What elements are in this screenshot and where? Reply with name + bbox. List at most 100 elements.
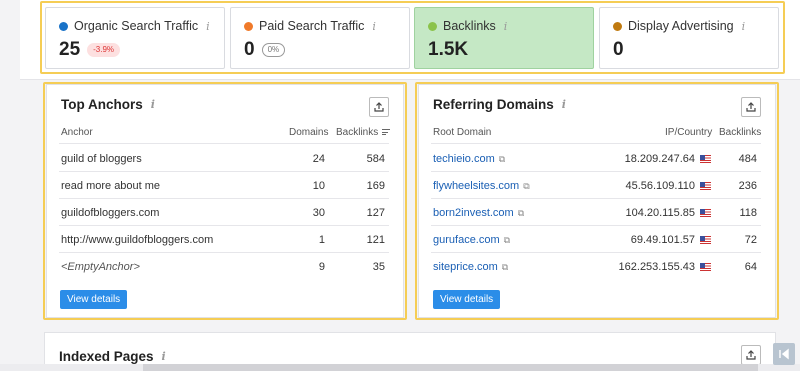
export-button[interactable]: [369, 97, 389, 117]
info-icon[interactable]: i: [742, 20, 746, 33]
ip-country: 45.56.109.110: [599, 180, 711, 192]
divider: [59, 143, 389, 144]
divider: [431, 171, 761, 172]
divider: [59, 252, 389, 253]
collapse-icon: [779, 348, 789, 360]
info-icon[interactable]: i: [206, 20, 210, 33]
backlinks-count[interactable]: 64: [719, 261, 757, 273]
backlinks-count[interactable]: 35: [347, 261, 385, 273]
external-link-icon[interactable]: ⧉: [504, 235, 510, 245]
divider: [431, 143, 761, 144]
ip-country: 18.209.247.64: [599, 153, 711, 165]
metric-label: Backlinks i: [428, 19, 593, 33]
export-icon: [746, 102, 756, 112]
metric-label: Paid Search Traffic i: [244, 19, 409, 33]
external-link-icon[interactable]: ⧉: [502, 262, 508, 272]
divider: [59, 171, 389, 172]
ip-address: 18.209.247.64: [624, 153, 695, 165]
domain-link[interactable]: born2invest.com ⧉: [433, 207, 524, 219]
divider: [59, 225, 389, 226]
metric-backlinks[interactable]: Backlinks i 1.5K: [414, 7, 594, 69]
metric-organic-traffic[interactable]: Organic Search Traffic i 25 -3.9%: [45, 7, 225, 69]
backlinks-count[interactable]: 121: [347, 234, 385, 246]
domain-name: flywheelsites.com: [433, 180, 520, 192]
collapse-button[interactable]: [773, 343, 795, 365]
column-header-backlinks-label: Backlinks: [336, 127, 379, 138]
info-icon[interactable]: i: [151, 98, 155, 111]
ip-country: 69.49.101.57: [599, 234, 711, 246]
backlinks-count[interactable]: 118: [719, 207, 757, 219]
anchor-text: guildofbloggers.com: [61, 207, 160, 219]
anchor-text: <EmptyAnchor>: [61, 261, 140, 273]
ip-address: 104.20.115.85: [625, 207, 695, 219]
indexed-pages-title: Indexed Pages: [59, 349, 154, 364]
backlinks-count[interactable]: 584: [347, 153, 385, 165]
domain-name: born2invest.com: [433, 207, 514, 219]
horizontal-scrollbar-thumb[interactable]: [143, 364, 758, 371]
export-button[interactable]: [741, 345, 761, 365]
anchor-text: read more about me: [61, 180, 161, 192]
anchor-text: http://www.guildofbloggers.com: [61, 234, 214, 246]
domain-name: techieio.com: [433, 153, 495, 165]
domains-count[interactable]: 24: [297, 153, 325, 165]
ip-address: 162.253.155.43: [618, 261, 695, 273]
metric-label: Organic Search Traffic i: [59, 19, 224, 33]
us-flag-icon: [700, 209, 711, 218]
export-button[interactable]: [741, 97, 761, 117]
domain-name: siteprice.com: [433, 261, 498, 273]
us-flag-icon: [700, 155, 711, 164]
divider: [59, 198, 389, 199]
column-header-backlinks[interactable]: Backlinks: [336, 127, 391, 138]
metric-value-row: 1.5K: [428, 39, 593, 61]
domains-count[interactable]: 30: [297, 207, 325, 219]
metric-value: 1.5K: [428, 39, 469, 60]
sort-icon[interactable]: [382, 128, 391, 137]
metric-label-text: Paid Search Traffic: [259, 19, 365, 33]
backlinks-count[interactable]: 72: [719, 234, 757, 246]
column-header-backlinks[interactable]: Backlinks: [719, 127, 761, 138]
column-header-ip-country[interactable]: IP/Country: [665, 127, 712, 138]
view-details-button[interactable]: View details: [60, 290, 128, 309]
metric-value: 0: [613, 39, 624, 60]
column-header-domains[interactable]: Domains: [289, 127, 328, 138]
divider: [431, 198, 761, 199]
domain-link[interactable]: techieio.com ⧉: [433, 153, 505, 165]
domains-count[interactable]: 10: [297, 180, 325, 192]
domains-count[interactable]: 9: [297, 261, 325, 273]
export-icon: [374, 102, 384, 112]
backlinks-count[interactable]: 127: [347, 207, 385, 219]
metric-label-text: Display Advertising: [628, 19, 734, 33]
metric-value-row: 0: [613, 39, 778, 61]
info-icon[interactable]: i: [562, 98, 566, 111]
external-link-icon[interactable]: ⧉: [518, 208, 524, 218]
metric-value-row: 0 0%: [244, 39, 409, 61]
ip-country: 104.20.115.85: [599, 207, 711, 219]
metric-paid-traffic[interactable]: Paid Search Traffic i 0 0%: [230, 7, 410, 69]
ip-address: 69.49.101.57: [630, 234, 695, 246]
backlinks-count[interactable]: 484: [719, 153, 757, 165]
metric-label: Display Advertising i: [613, 19, 778, 33]
info-icon[interactable]: i: [504, 20, 508, 33]
change-badge: 0%: [261, 43, 286, 57]
domain-link[interactable]: flywheelsites.com ⧉: [433, 180, 530, 192]
view-details-button[interactable]: View details: [433, 290, 501, 309]
backlinks-count[interactable]: 169: [347, 180, 385, 192]
export-icon: [746, 350, 756, 360]
divider: [431, 225, 761, 226]
column-header-root-domain[interactable]: Root Domain: [433, 127, 491, 138]
domain-link[interactable]: siteprice.com ⧉: [433, 261, 508, 273]
info-icon[interactable]: i: [162, 350, 166, 363]
domains-count[interactable]: 1: [297, 234, 325, 246]
panel-title: Referring Domains i: [433, 97, 566, 112]
green-dot-icon: [428, 21, 437, 31]
info-icon[interactable]: i: [372, 20, 376, 33]
column-header-anchor[interactable]: Anchor: [61, 127, 93, 138]
backlinks-count[interactable]: 236: [719, 180, 757, 192]
divider: [431, 252, 761, 253]
domain-link[interactable]: guruface.com ⧉: [433, 234, 510, 246]
top-anchors-title: Top Anchors: [61, 97, 143, 112]
referring-domains-title: Referring Domains: [433, 97, 554, 112]
external-link-icon[interactable]: ⧉: [499, 154, 505, 164]
metric-display-advertising[interactable]: Display Advertising i 0: [599, 7, 779, 69]
external-link-icon[interactable]: ⧉: [523, 181, 529, 191]
